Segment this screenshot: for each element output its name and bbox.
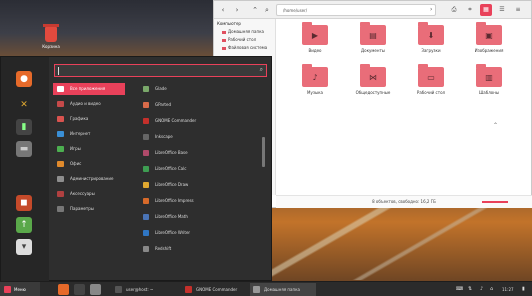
menu-icon (4, 286, 11, 293)
text-caret (58, 67, 59, 75)
category-internet[interactable]: Интернет (53, 128, 125, 140)
app-item[interactable]: LibreOffice Draw (141, 179, 261, 191)
folder-downloads[interactable]: ⬇ Загрузки (410, 22, 450, 63)
folder-public[interactable]: ⋈ Общедоступные (352, 64, 392, 105)
video-icon: ▶ (311, 31, 319, 40)
category-accessories[interactable]: Аксессуары (53, 188, 125, 200)
view-toggle-button[interactable]: ⌗ (464, 4, 476, 16)
home-icon (222, 30, 226, 34)
category-administration[interactable]: Администрирование (53, 173, 125, 185)
zoom-slider[interactable] (482, 201, 508, 203)
trash-icon[interactable]: ▾ (16, 239, 32, 255)
app-item[interactable]: Redshift (141, 243, 261, 255)
sidebar-heading: Компьютер (217, 21, 241, 26)
list-view-button[interactable]: ☰ (496, 4, 508, 16)
back-button[interactable]: ‹ (218, 5, 228, 15)
folder-desktop[interactable]: ▭ Рабочий стол (410, 64, 450, 105)
trash-icon (43, 24, 59, 42)
app-item[interactable]: Glade (141, 83, 261, 95)
folder-video[interactable]: ▶ Видео (294, 22, 334, 63)
folder-icon (253, 286, 260, 293)
desktop-icon (222, 38, 226, 42)
forward-button[interactable]: › (232, 5, 242, 15)
app-icon[interactable]: ◼ (16, 195, 32, 211)
app-item[interactable]: GNOME Commander (141, 115, 261, 127)
folder-documents[interactable]: ▤ Документы (352, 22, 392, 63)
app-item[interactable]: LibreOffice Math (141, 211, 261, 223)
app-list-scrollbar[interactable] (262, 137, 265, 167)
menu-button[interactable]: ≡ (512, 4, 524, 16)
category-settings[interactable]: Параметры (53, 203, 125, 215)
music-icon: ♪ (312, 73, 318, 82)
desktop-icon: ▭ (427, 73, 435, 82)
folder-music[interactable]: ♪ Музыка (294, 64, 334, 105)
folder-templates[interactable]: ▥ Шаблоны (468, 64, 508, 105)
search-button[interactable]: ⌕ (262, 5, 272, 15)
category-office[interactable]: Офис (53, 158, 125, 170)
app-item[interactable]: Inkscape (141, 131, 261, 143)
menu-search-input[interactable]: ⌕ (54, 64, 267, 77)
path-field[interactable]: /home/user/ (276, 4, 436, 16)
desktop-trash-label: Корзина (42, 44, 60, 49)
task-terminal[interactable]: user@host: ~ (112, 283, 180, 296)
folder-images[interactable]: ▣ Изображения (468, 22, 508, 63)
folder-grid: ▶ Видео ▤ Документы ⬇ Загрузки ▣ Изображения… (280, 21, 530, 131)
application-menu: ● ✕ ▮ ▬ ◼ ↑ ▾ ⌕ Все приложения Аудио и в… (0, 56, 272, 282)
sidebar-item-filesystem[interactable]: Файловая система (222, 45, 267, 50)
firefox-launcher-icon[interactable] (58, 284, 69, 295)
commander-icon (185, 286, 192, 293)
network-icon[interactable]: ⇅ (468, 285, 472, 294)
document-icon: ▤ (369, 31, 377, 40)
favorites-rail: ● ✕ ▮ ▬ ◼ ↑ ▾ (1, 57, 49, 282)
folder-icon[interactable]: ▬ (16, 141, 32, 157)
drive-icon (222, 46, 226, 50)
app-item[interactable]: LibreOffice Impress (141, 195, 261, 207)
app-item[interactable]: LibreOffice Writer (141, 227, 261, 239)
pane-resize-handle[interactable]: ⌃ (493, 123, 499, 129)
bookmark-button[interactable]: ⎙ (448, 4, 460, 16)
file-manager-toolbar: ‹ › ⌃ ⌕ /home/user/ › ⎙ ⌗ ▦ ☰ ≡ (214, 1, 531, 19)
notification-icon[interactable]: ⌂ (490, 285, 493, 294)
category-graphics[interactable]: Графика (53, 113, 125, 125)
desktop-trash[interactable]: Корзина (40, 24, 62, 49)
update-icon[interactable]: ↑ (16, 217, 32, 233)
path-dropdown-icon[interactable]: › (430, 4, 440, 16)
clock[interactable]: 11:27 (502, 285, 514, 294)
download-icon: ⬇ (427, 31, 435, 40)
image-icon: ▣ (485, 31, 493, 40)
app-item[interactable]: LibreOffice Base (141, 147, 261, 159)
task-home-folder[interactable]: Домашняя папка (250, 283, 316, 296)
category-audio-video[interactable]: Аудио и видео (53, 98, 125, 110)
category-all[interactable]: Все приложения (53, 83, 125, 95)
settings-icon[interactable]: ✕ (16, 97, 32, 113)
sidebar-item-desktop[interactable]: Рабочий стол (222, 37, 256, 42)
folder-launcher-icon[interactable] (90, 284, 101, 295)
task-gnome-commander[interactable]: GNOME Commander (182, 283, 246, 296)
volume-icon[interactable]: ♪ (480, 285, 483, 294)
terminal-launcher-icon[interactable] (74, 284, 85, 295)
taskbar: Меню user@host: ~ GNOME Commander Домашн… (0, 281, 532, 296)
keyboard-layout-icon[interactable]: ⌨ (456, 285, 463, 294)
menu-button[interactable]: Меню (0, 282, 40, 296)
sidebar-item-home[interactable]: Домашняя папка (222, 29, 264, 34)
app-item[interactable]: LibreOffice Calc (141, 163, 261, 175)
category-games[interactable]: Игры (53, 143, 125, 155)
wallpaper-bridge (270, 200, 532, 280)
icon-view-button[interactable]: ▦ (480, 4, 492, 16)
show-desktop-icon[interactable]: ▮ (522, 285, 525, 294)
wallpaper-top-left (0, 0, 215, 56)
firefox-icon[interactable]: ● (16, 71, 32, 87)
search-icon: ⌕ (259, 66, 263, 73)
app-item[interactable]: GParted (141, 99, 261, 111)
terminal-icon[interactable]: ▮ (16, 119, 32, 135)
template-icon: ▥ (485, 73, 493, 82)
share-icon: ⋈ (369, 73, 377, 82)
terminal-icon (115, 286, 122, 293)
parent-folder-button[interactable]: ⌃ (250, 5, 260, 15)
